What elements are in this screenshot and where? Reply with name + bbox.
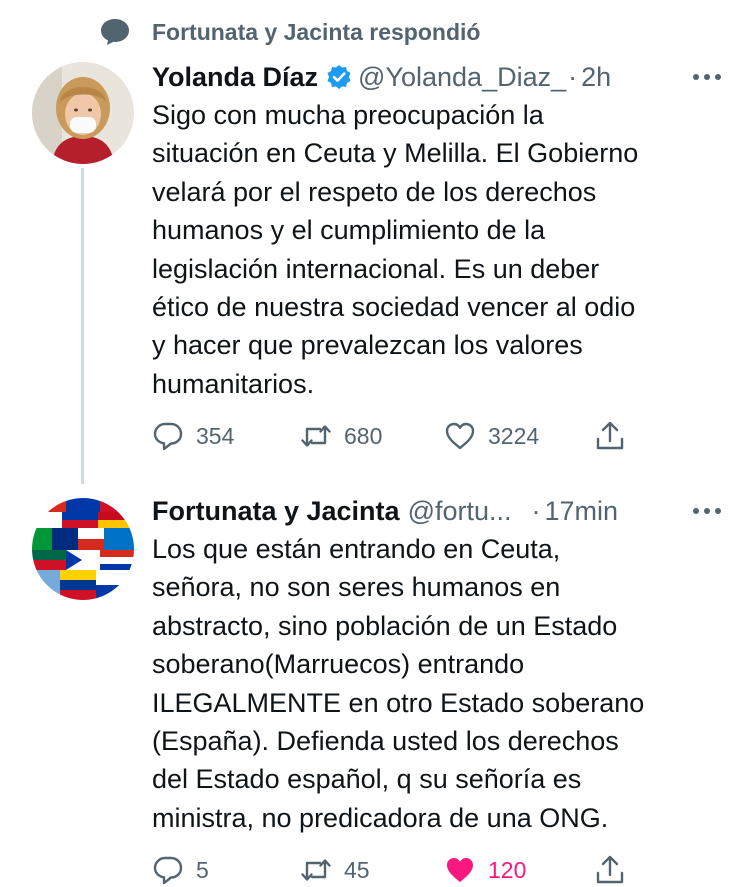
- tweet-text-line: ILEGALMENTE en otro Estado soberano: [152, 687, 645, 718]
- reply-icon: [153, 856, 183, 885]
- author-name[interactable]: Fortunata y Jacinta: [152, 496, 400, 527]
- tweet-text-line: ético de nuestra sociedad vencer al odio: [152, 292, 636, 323]
- tweet-header: Fortunata y Jacinta @fortu... · 17min: [152, 492, 725, 530]
- tweet-text: Sigo con mucha preocupación la situación…: [152, 96, 725, 403]
- tweet-text-line: (España). Defienda usted los derechos: [152, 726, 619, 757]
- author-name[interactable]: Yolanda Díaz: [152, 62, 318, 93]
- reply-button[interactable]: 5: [152, 854, 209, 886]
- heart-icon: [445, 422, 475, 450]
- tweet-text-line: soberano(Marruecos) entrando: [152, 649, 525, 680]
- tweet-text-line: ministra, no predicadora de una ONG.: [152, 802, 609, 833]
- tweet[interactable]: Fortunata y Jacinta @fortu... · 17min Lo…: [152, 492, 725, 837]
- share-button[interactable]: [594, 420, 626, 452]
- thread-connector: [81, 168, 84, 484]
- like-button[interactable]: 120: [444, 854, 526, 886]
- verified-badge-icon: [327, 65, 351, 89]
- avatar[interactable]: [32, 62, 134, 164]
- share-button[interactable]: [594, 854, 626, 886]
- tweet-text-line: situación en Ceuta y Melilla. El Gobiern…: [152, 138, 639, 169]
- timestamp[interactable]: 2h: [581, 62, 611, 93]
- retweet-button[interactable]: 680: [300, 420, 382, 452]
- retweet-icon: [301, 425, 331, 447]
- tweet-text-line: Los que están entrando en Ceuta,: [152, 534, 561, 564]
- timestamp[interactable]: 17min: [545, 496, 619, 527]
- tweet-text: Los que están entrando en Ceuta, señora,…: [152, 530, 725, 837]
- like-button[interactable]: 3224: [444, 420, 539, 452]
- reply-button[interactable]: 354: [152, 420, 234, 452]
- tweet-text-line: del Estado español, q su señoría es: [152, 764, 582, 795]
- tweet-text-line: señora, no son seres humanos en: [152, 572, 561, 603]
- reply-context-text: Fortunata y Jacinta respondió: [152, 18, 481, 45]
- like-count: 3224: [488, 422, 540, 449]
- tweet-text-line: velará por el respeto de los derechos: [152, 176, 597, 207]
- retweet-count: 45: [344, 856, 370, 883]
- tweet-text-line: y hacer que prevalezcan los valores: [152, 330, 583, 361]
- tweet-text-line: humanos y el cumplimiento de la: [152, 215, 546, 246]
- separator: ·: [531, 495, 541, 526]
- tweet[interactable]: Yolanda Díaz @Yolanda_Diaz_ · 2h Sigo co…: [152, 58, 725, 403]
- tweet-header: Yolanda Díaz @Yolanda_Diaz_ · 2h: [152, 58, 725, 96]
- like-count: 120: [488, 856, 527, 883]
- retweet-count: 680: [344, 422, 383, 449]
- share-icon: [596, 855, 624, 884]
- speech-bubble-icon: [101, 19, 129, 45]
- tweet-text-line: Sigo con mucha preocupación la: [152, 100, 544, 130]
- heart-filled-icon: [447, 858, 473, 882]
- more-options-icon[interactable]: [689, 496, 725, 526]
- reply-context: Fortunata y Jacinta respondió: [100, 14, 480, 50]
- avatar[interactable]: [32, 498, 134, 600]
- reply-count: 354: [196, 422, 235, 449]
- retweet-icon: [301, 859, 331, 881]
- share-icon: [596, 421, 624, 450]
- separator: ·: [568, 61, 578, 92]
- reply-icon: [153, 422, 183, 451]
- author-handle[interactable]: @Yolanda_Diaz_: [358, 62, 566, 93]
- tweet-text-line: legislación internacional. Es un deber: [152, 253, 600, 284]
- tweet-text-line: abstracto, sino población de un Estado: [152, 610, 618, 641]
- author-handle[interactable]: @fortu...: [408, 496, 512, 527]
- tweet-text-line: humanitarios.: [152, 368, 315, 399]
- reply-count: 5: [196, 856, 209, 883]
- more-options-icon[interactable]: [689, 62, 725, 92]
- retweet-button[interactable]: 45: [300, 854, 370, 886]
